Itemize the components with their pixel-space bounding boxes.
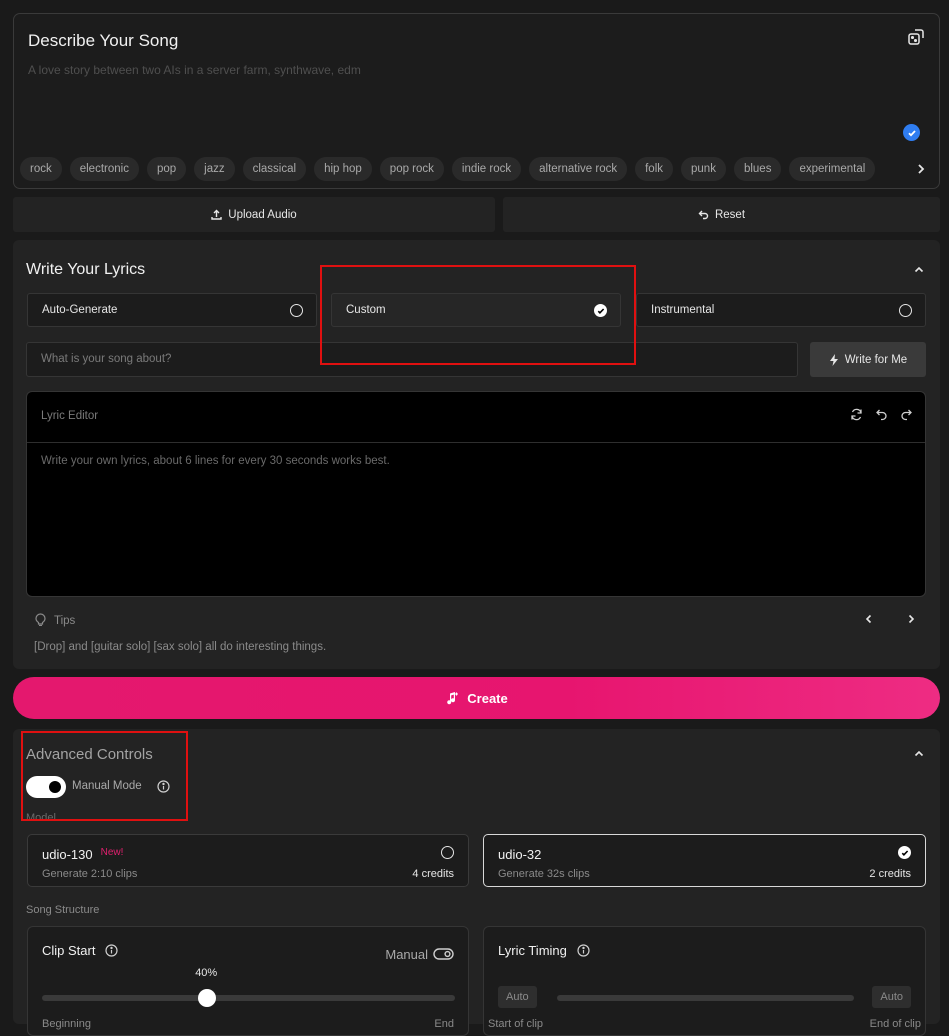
clip-start-title-row: Clip Start [42, 943, 118, 958]
describe-title: Describe Your Song [28, 31, 179, 50]
slider-thumb[interactable] [198, 989, 217, 1007]
lyrics-panel: Write Your Lyrics Auto-Generate Custom I… [13, 240, 940, 669]
genre-chip[interactable]: blues [733, 157, 782, 181]
genre-chip[interactable]: electronic [69, 157, 139, 181]
advanced-controls-title: Advanced Controls [26, 746, 153, 763]
check-circle-icon [594, 304, 607, 317]
lyric-timing-left-label: Start of clip [488, 1018, 544, 1030]
reset-button[interactable]: Reset [503, 197, 940, 232]
info-icon[interactable] [105, 944, 118, 957]
radio-icon [441, 846, 454, 859]
clip-start-box: Clip Start Manual 40% Beginning End [27, 926, 469, 1036]
model-description: Generate 2:10 clips [42, 868, 138, 880]
lyric-timing-title: Lyric Timing [498, 943, 567, 958]
tip-text: [Drop] and [guitar solo] [sax solo] all … [34, 641, 327, 653]
lyric-editor-label: Lyric Editor [41, 410, 99, 422]
clip-start-left-label: Beginning [42, 1018, 91, 1030]
lightbulb-icon [35, 613, 46, 626]
lyric-editor[interactable]: Lyric Editor Write your own lyrics, abou… [26, 391, 926, 597]
tips-label: Tips [54, 615, 76, 627]
toggle-knob [49, 781, 61, 793]
check-circle-icon[interactable] [903, 124, 920, 141]
genre-chip[interactable]: folk [635, 157, 674, 181]
genre-chips: rock electronic pop jazz classical hip h… [20, 157, 932, 181]
genre-chip[interactable]: pop [146, 157, 187, 181]
clip-start-value: 40% [195, 967, 218, 979]
upload-audio-label: Upload Audio [228, 208, 297, 221]
manual-mode-label: Manual Mode [72, 780, 142, 792]
model-name: udio-32 [498, 847, 542, 862]
lyrics-option-auto-generate[interactable]: Auto-Generate [27, 293, 317, 327]
genre-chip[interactable]: rock [20, 157, 62, 181]
dice-icon[interactable] [907, 28, 925, 46]
reset-label: Reset [714, 208, 746, 221]
genre-chip[interactable]: pop rock [379, 157, 444, 181]
lyrics-title: Write Your Lyrics [26, 261, 146, 278]
clip-start-manual-label: Manual [385, 947, 428, 962]
genre-chip[interactable]: classical [242, 157, 307, 181]
genre-chip[interactable]: experimental [789, 157, 876, 181]
chevron-up-icon[interactable] [914, 265, 924, 275]
write-for-me-label: Write for Me [844, 353, 908, 366]
describe-input[interactable]: A love story between two AIs in a server… [28, 63, 361, 77]
undo-icon [698, 209, 709, 220]
chevron-up-icon[interactable] [914, 749, 924, 759]
refresh-icon[interactable] [850, 408, 863, 421]
model-description: Generate 32s clips [498, 868, 590, 880]
undo-icon[interactable] [875, 408, 888, 421]
model-name: udio-130 [42, 847, 93, 862]
write-for-me-button[interactable]: Write for Me [810, 342, 926, 377]
create-label: Create [467, 690, 508, 706]
genre-chip[interactable]: indie rock [451, 157, 522, 181]
model-credits: 4 credits [412, 868, 454, 880]
music-note-icon [445, 691, 459, 705]
model-label: Model [26, 812, 56, 824]
model-credits: 2 credits [869, 868, 911, 880]
upload-audio-button[interactable]: Upload Audio [13, 197, 495, 232]
editor-toolbar [850, 408, 913, 421]
genre-chip[interactable]: jazz [194, 157, 235, 181]
radio-icon [290, 304, 303, 317]
model-card-udio-130[interactable]: udio-130 New! Generate 2:10 clips 4 credi… [27, 834, 469, 887]
genre-chip[interactable]: alternative rock [529, 157, 628, 181]
describe-song-panel: Describe Your Song A love story between … [13, 13, 940, 189]
option-label: Auto-Generate [42, 304, 118, 316]
lyric-timing-start-auto[interactable]: Auto [498, 986, 537, 1008]
option-label: Custom [346, 304, 386, 316]
lyric-timing-slider[interactable] [557, 995, 854, 1001]
model-name-row: udio-130 New! [42, 847, 123, 862]
advanced-controls-panel: Advanced Controls Manual Mode Model udio… [13, 729, 940, 1036]
lyrics-option-custom[interactable]: Custom [331, 293, 621, 327]
chevron-left-icon[interactable] [864, 614, 874, 624]
lyric-timing-box: Lyric Timing Auto Auto Start of clip End… [483, 926, 926, 1036]
create-button[interactable]: Create [13, 677, 940, 719]
lyric-editor-placeholder: Write your own lyrics, about 6 lines for… [41, 455, 390, 467]
song-structure-label: Song Structure [26, 904, 100, 916]
info-icon[interactable] [576, 944, 590, 957]
clip-start-right-label: End [434, 1018, 454, 1030]
lightning-icon [829, 353, 839, 366]
new-badge: New! [100, 847, 124, 858]
chevron-right-icon[interactable] [911, 160, 931, 178]
manual-toggle-icon[interactable] [433, 948, 454, 960]
redo-icon[interactable] [900, 408, 913, 421]
model-card-udio-32[interactable]: udio-32 Generate 32s clips 2 credits [483, 834, 926, 887]
manual-mode-toggle[interactable] [26, 776, 66, 798]
lyric-timing-right-label: End of clip [869, 1018, 921, 1030]
song-about-input[interactable]: What is your song about? [26, 342, 798, 377]
clip-start-slider[interactable] [42, 989, 455, 1007]
genre-chip[interactable]: hip hop [314, 157, 372, 181]
option-label: Instrumental [651, 304, 715, 316]
chevron-right-icon[interactable] [906, 614, 916, 624]
divider [27, 442, 925, 443]
clip-start-title: Clip Start [42, 943, 96, 958]
radio-icon [899, 304, 912, 317]
info-icon[interactable] [157, 780, 170, 793]
check-circle-icon [898, 846, 911, 859]
lyric-timing-end-auto[interactable]: Auto [872, 986, 911, 1008]
lyric-timing-title-row: Lyric Timing [498, 943, 590, 958]
lyrics-option-instrumental[interactable]: Instrumental [636, 293, 926, 327]
genre-chip[interactable]: punk [681, 157, 726, 181]
upload-icon [211, 209, 222, 220]
